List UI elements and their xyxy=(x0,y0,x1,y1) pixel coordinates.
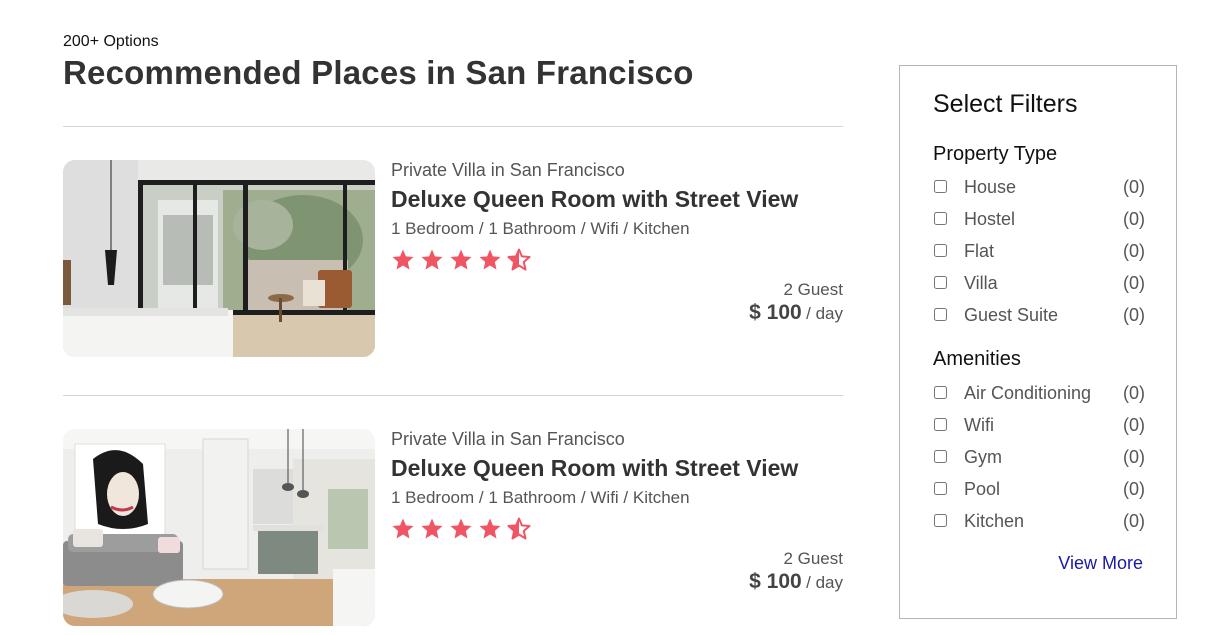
star-icon xyxy=(479,518,501,539)
price-amount: $ 100 xyxy=(749,570,802,593)
filter-option-hostel[interactable]: Hostel (0) xyxy=(933,208,1145,230)
filter-option-count: (0) xyxy=(1123,447,1145,467)
filter-option-label: Guest Suite xyxy=(964,305,1059,325)
listing-info: Private Villa in San Francisco Deluxe Qu… xyxy=(391,160,843,358)
filter-option-label: Hostel xyxy=(964,209,1016,229)
filters-title: Select Filters xyxy=(933,90,1078,118)
filter-checkbox[interactable] xyxy=(934,482,947,495)
filter-checkbox[interactable] xyxy=(934,308,947,321)
star-icon xyxy=(450,249,472,270)
property-type: Private Villa in San Francisco xyxy=(391,429,625,449)
price-period: / day xyxy=(806,304,843,323)
filter-section-heading: Amenities xyxy=(933,348,1021,370)
price: $ 100 / day xyxy=(749,301,843,325)
star-half-icon xyxy=(507,248,531,271)
listing-photo[interactable] xyxy=(63,160,375,357)
filter-option-label: Flat xyxy=(964,241,995,261)
filter-checkbox[interactable] xyxy=(934,514,947,527)
filter-option-label: House xyxy=(964,177,1017,197)
guest-count: 2 Guest xyxy=(783,549,843,568)
filter-checkbox[interactable] xyxy=(934,418,947,431)
guest-count: 2 Guest xyxy=(783,280,843,299)
filter-checkbox[interactable] xyxy=(934,276,947,289)
filter-option-label: Pool xyxy=(964,479,1001,499)
filter-option-count: (0) xyxy=(1123,511,1145,531)
filter-option-label: Kitchen xyxy=(964,511,1025,531)
star-icon xyxy=(392,518,414,539)
price: $ 100 / day xyxy=(749,570,843,594)
filter-section-heading: Property Type xyxy=(933,143,1058,165)
filter-checkbox[interactable] xyxy=(934,386,947,399)
filter-option-kitchen[interactable]: Kitchen (0) xyxy=(933,510,1145,532)
filter-option-label: Villa xyxy=(964,273,998,293)
filter-option-count: (0) xyxy=(1123,241,1145,261)
star-rating xyxy=(391,248,531,272)
filter-checkbox[interactable] xyxy=(934,212,947,225)
star-icon xyxy=(392,249,414,270)
filter-option-label: Wifi xyxy=(964,415,994,435)
filter-option-count: (0) xyxy=(1123,177,1145,197)
star-half-icon xyxy=(507,517,531,540)
filter-option-count: (0) xyxy=(1123,415,1145,435)
filter-option-air-conditioning[interactable]: Air Conditioning (0) xyxy=(933,382,1145,404)
filter-checkbox[interactable] xyxy=(934,450,947,463)
price-period: / day xyxy=(806,573,843,592)
star-icon xyxy=(479,249,501,270)
filter-option-label: Gym xyxy=(964,447,1002,467)
listing-title[interactable]: Deluxe Queen Room with Street View xyxy=(391,186,798,213)
filter-option-count: (0) xyxy=(1123,305,1145,325)
filter-option-count: (0) xyxy=(1123,479,1145,499)
listing-amenities: 1 Bedroom / 1 Bathroom / Wifi / Kitchen xyxy=(391,488,690,507)
divider xyxy=(63,395,843,396)
listing-amenities: 1 Bedroom / 1 Bathroom / Wifi / Kitchen xyxy=(391,219,690,238)
filter-option-guest-suite[interactable]: Guest Suite (0) xyxy=(933,304,1145,326)
filter-option-pool[interactable]: Pool (0) xyxy=(933,478,1145,500)
filter-option-gym[interactable]: Gym (0) xyxy=(933,446,1145,468)
listing-card[interactable]: Private Villa in San Francisco Deluxe Qu… xyxy=(63,429,843,627)
listing-photo[interactable] xyxy=(63,429,375,626)
filter-option-house[interactable]: House (0) xyxy=(933,176,1145,198)
filters-panel: Select Filters Property Type House (0) H… xyxy=(899,65,1177,619)
filter-option-count: (0) xyxy=(1123,383,1145,403)
price-amount: $ 100 xyxy=(749,301,802,324)
star-icon xyxy=(421,518,443,539)
divider xyxy=(63,126,843,127)
page-title: Recommended Places in San Francisco xyxy=(63,54,694,91)
star-icon xyxy=(421,249,443,270)
listing-info: Private Villa in San Francisco Deluxe Qu… xyxy=(391,429,843,627)
filter-option-villa[interactable]: Villa (0) xyxy=(933,272,1145,294)
filter-option-wifi[interactable]: Wifi (0) xyxy=(933,414,1145,436)
star-icon xyxy=(450,518,472,539)
filter-option-count: (0) xyxy=(1123,273,1145,293)
star-rating xyxy=(391,517,531,541)
view-more-link[interactable]: View More xyxy=(1058,553,1143,574)
filter-option-flat[interactable]: Flat (0) xyxy=(933,240,1145,262)
filter-checkbox[interactable] xyxy=(934,244,947,257)
filter-checkbox[interactable] xyxy=(934,180,947,193)
filter-option-label: Air Conditioning xyxy=(964,383,1092,403)
listing-title[interactable]: Deluxe Queen Room with Street View xyxy=(391,455,798,482)
listing-card[interactable]: Private Villa in San Francisco Deluxe Qu… xyxy=(63,160,843,358)
options-count: 200+ Options xyxy=(63,33,159,50)
filter-option-count: (0) xyxy=(1123,209,1145,229)
property-type: Private Villa in San Francisco xyxy=(391,160,625,180)
